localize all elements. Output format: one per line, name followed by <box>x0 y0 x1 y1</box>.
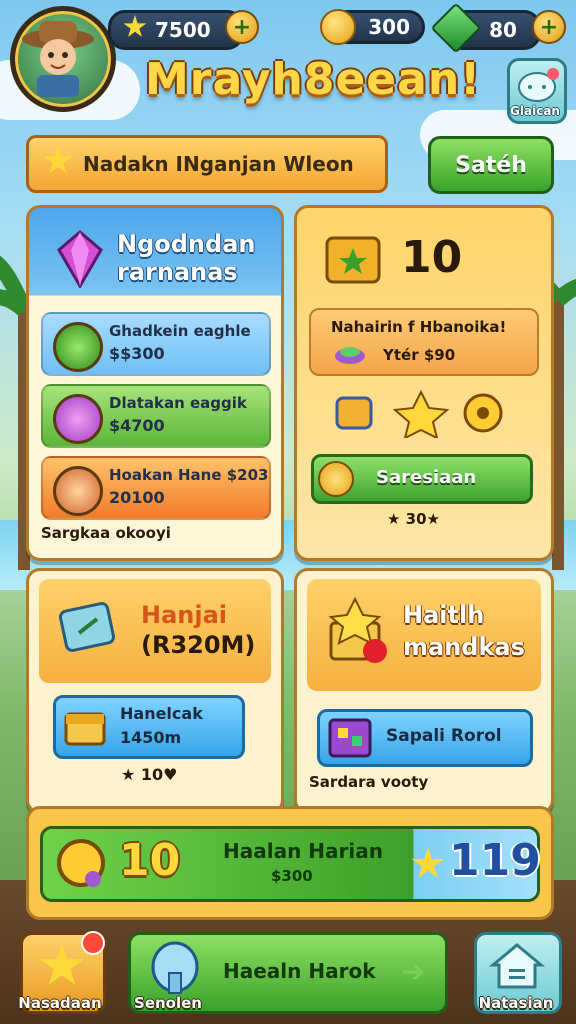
reward-count: 10 <box>401 232 463 283</box>
chest-icon <box>64 712 106 746</box>
reward-banner-text: Nahairin f Hbanoika! <box>331 318 507 336</box>
coin-icon <box>320 9 356 45</box>
gift-box-icon <box>328 597 387 663</box>
leaf-icon <box>53 322 103 372</box>
offer-price: $$300 <box>109 344 165 363</box>
map-panel: Hanjai (R320M) Hanelcak 1450m ★ 10♥ <box>26 568 284 814</box>
currency-b-amount: 80 <box>489 18 517 42</box>
nav-left-label: Nasadaan <box>18 994 102 1012</box>
daily-right-count: 119 <box>449 835 541 886</box>
chat-bubble-icon <box>518 68 559 102</box>
notification-badge <box>81 931 105 955</box>
daily-banner[interactable]: 10 Haalan Harian $300 119 <box>40 826 541 902</box>
shop-title-line1: Haitlh <box>403 601 485 629</box>
offer-name: Hoakan Hane $203 <box>109 466 269 484</box>
map-card-line2: 1450m <box>120 728 182 747</box>
offer-row[interactable]: Hoakan Hane $203 20100 <box>41 456 271 520</box>
add-gems-button[interactable]: + <box>532 10 566 44</box>
map-title-line1: Hanjai <box>141 601 228 629</box>
reward-claim-label: Saresiaan <box>376 467 477 488</box>
offer-name: Ghadkein eaghle <box>109 322 251 340</box>
offer-name: Dlatakan eaggik <box>109 394 247 412</box>
gear-medal-icon <box>57 839 105 887</box>
explorer-avatar-icon <box>22 21 94 97</box>
star-icon <box>123 15 147 37</box>
shop-button-label: Sapali Rorol <box>386 726 502 746</box>
offer-price: 20100 <box>109 488 165 507</box>
map-card[interactable]: Hanelcak 1450m <box>53 695 245 759</box>
treasure-book-icon <box>325 236 381 284</box>
offers-title-line1: Ngodndan <box>117 230 256 258</box>
add-coins-button[interactable]: + <box>225 10 259 44</box>
reward-items-row <box>335 389 503 438</box>
shop-panel: Haitlh mandkas Sapali Rorol Sardara voot… <box>294 568 554 814</box>
daily-left-count: 10 <box>119 835 181 886</box>
map-card-line1: Hanelcak <box>120 704 203 723</box>
coin-counter: 7500 <box>108 10 244 50</box>
coin-amount: 7500 <box>155 18 211 42</box>
reward-banner-sub: Ytér $90 <box>383 346 456 364</box>
shop-button[interactable]: Sapali Rorol <box>317 709 533 767</box>
toy-box-icon <box>328 718 372 758</box>
arrow-right-icon: ➔ <box>401 955 425 988</box>
shop-title-line2: mandkas <box>403 633 525 661</box>
shop-footer: Sardara vooty <box>309 773 429 791</box>
puzzle-icon <box>335 396 373 430</box>
search-button[interactable]: Satéh <box>428 136 554 194</box>
daily-title: Haalan Harian <box>223 839 383 863</box>
search-bar[interactable]: Nadakn INganjan Wleon <box>26 135 388 193</box>
reward-footer: ★ 30★ <box>387 510 440 528</box>
home-icon <box>489 943 545 989</box>
star-icon <box>392 389 450 438</box>
reward-banner: Nahairin f Hbanoika! Ytér $90 <box>309 308 539 376</box>
gear-icon <box>463 393 503 433</box>
nav-center-sub: Senolen <box>134 994 202 1012</box>
star-icon <box>43 146 73 174</box>
reward-claim-button[interactable]: Saresiaan <box>311 454 533 504</box>
candy-icon <box>53 466 103 516</box>
offer-row[interactable]: Ghadkein eaghle $$300 <box>41 312 271 376</box>
star-badge-icon <box>53 394 103 444</box>
reward-panel: 10 Nahairin f Hbanoika! Ytér $90 Saresia… <box>294 205 554 561</box>
currency-a-amount: 300 <box>368 15 410 39</box>
check-coin-icon <box>318 461 354 497</box>
cake-icon <box>335 347 365 364</box>
offers-panel: Ngodndan rarnanas Ghadkein eaghle $$300 … <box>26 205 284 561</box>
offer-price: $4700 <box>109 416 165 435</box>
offers-footer: Sargkaa okooyi <box>41 524 171 542</box>
shop-header: Haitlh mandkas <box>307 579 541 691</box>
star-icon <box>39 943 85 985</box>
map-footer: ★ 10♥ <box>121 765 178 784</box>
game-title: Mrayh8eean! <box>145 54 482 105</box>
offer-row[interactable]: Dlatakan eaggik $4700 <box>41 384 271 448</box>
map-title-line2: (R320M) <box>141 631 256 659</box>
player-avatar[interactable] <box>10 6 116 112</box>
search-text: Nadakn INganjan Wleon <box>83 152 354 176</box>
map-scroll-icon <box>58 602 116 652</box>
offers-title-line2: rarnanas <box>117 258 238 286</box>
star-icon <box>411 847 445 878</box>
gem-crystal-icon <box>57 230 103 288</box>
daily-sub: $300 <box>271 867 313 885</box>
nav-right-label: Natasian <box>478 994 554 1012</box>
potion-icon <box>151 941 199 994</box>
map-header: Hanjai (R320M) <box>39 579 271 683</box>
nav-center-label: Haealn Harok <box>223 959 376 983</box>
chat-button-label: Glaican <box>510 104 560 118</box>
